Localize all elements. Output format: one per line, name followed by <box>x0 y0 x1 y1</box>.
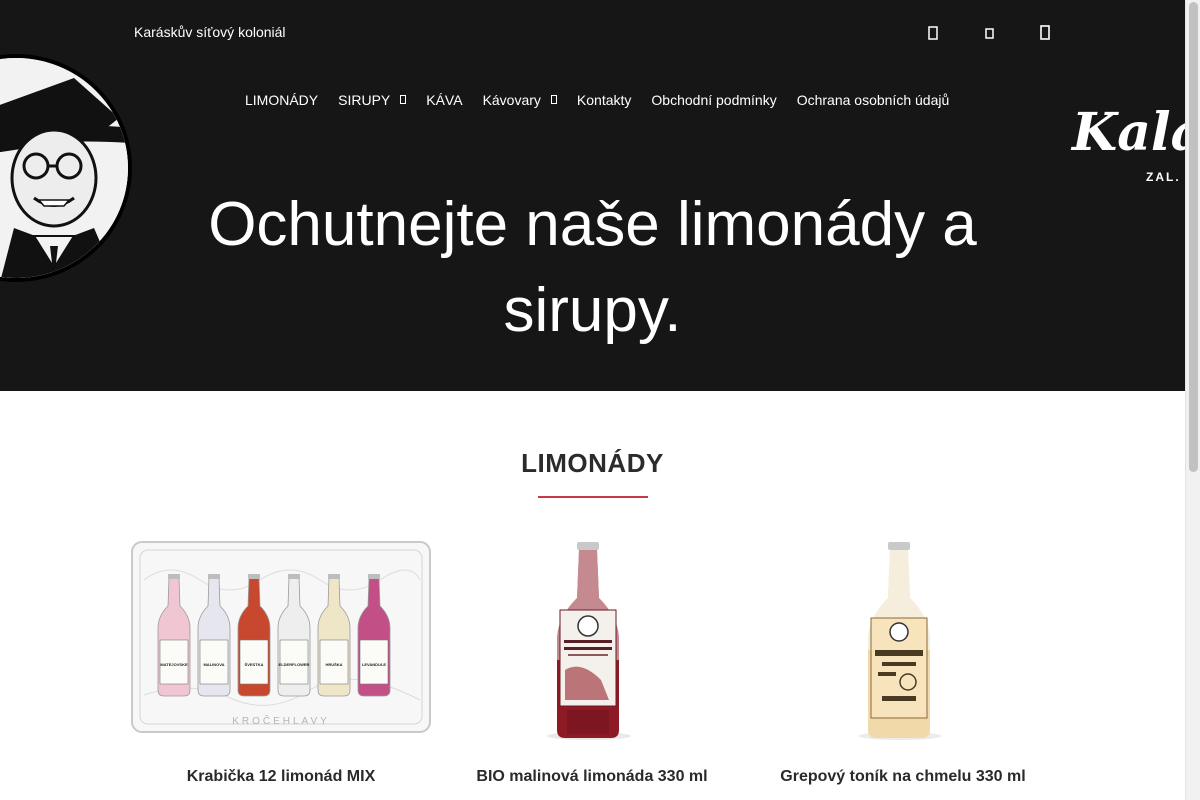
product-image[interactable] <box>752 540 1054 740</box>
page-scrollbar[interactable] <box>1185 0 1200 800</box>
header-icon-bar <box>920 22 1088 44</box>
product-card[interactable]: BIO malinová limonáda 330 ml <box>441 540 743 785</box>
heart-icon[interactable] <box>976 22 1002 44</box>
product-name[interactable]: Krabička 12 limonád MIX <box>130 768 432 786</box>
hero-section: Karáskův síťový koloniál LIMONÁDY SIRUPY… <box>0 0 1185 391</box>
section-title-underline <box>538 496 648 498</box>
founder-portrait-logo[interactable] <box>0 54 132 282</box>
nav-item-kava[interactable]: KÁVA <box>426 92 462 108</box>
product-card[interactable]: MATEJOVSKE MALINOVA ŠVESTKA ELDERFLOWER HRUŠ… <box>130 540 432 785</box>
product-image[interactable]: MATEJOVSKE MALINOVA ŠVESTKA ELDERFLOWER HRUŠ… <box>130 540 432 740</box>
gift-box-bottle-label-text: LEVANDULE <box>362 662 386 667</box>
gift-box-bottle-cap <box>328 574 340 579</box>
nav-item-label: SIRUPY <box>338 92 391 108</box>
brand-script-logo[interactable]: Kalab ZAL. <box>1068 92 1185 192</box>
gift-box-bottle-label-text: HRUŠKA <box>325 662 342 667</box>
submenu-indicator-icon <box>400 92 407 108</box>
gift-box-bottle-cap <box>288 574 300 579</box>
product-image[interactable] <box>441 540 743 740</box>
user-icon[interactable] <box>920 22 946 44</box>
product-name[interactable]: BIO malinová limonáda 330 ml <box>441 768 743 786</box>
product-card[interactable]: Grepový toník na chmelu 330 ml <box>752 540 1054 785</box>
section-title: LIMONÁDY <box>521 448 664 478</box>
box-label: KROČEHLAVY <box>232 714 330 727</box>
gift-box-bottle-label-text: ŠVESTKA <box>245 662 264 667</box>
nav-item-label: Kávovary <box>482 92 541 108</box>
gift-box-bottle-label-text: ELDERFLOWER <box>279 662 310 667</box>
gift-box-bottle-cap <box>208 574 220 579</box>
nav-item-label: Obchodní podmínky <box>651 92 777 108</box>
cart-icon[interactable] <box>1032 22 1058 44</box>
scrollbar-thumb[interactable] <box>1189 2 1198 472</box>
logo-wordmark: Kalab <box>1070 102 1185 163</box>
nav-item-ochrana-udaju[interactable]: Ochrana osobních údajů <box>797 92 950 108</box>
nav-item-kontakty[interactable]: Kontakty <box>577 92 631 108</box>
gift-box-bottle-cap <box>368 574 380 579</box>
nav-item-kavovary[interactable]: Kávovary <box>483 92 557 108</box>
submenu-indicator-icon <box>550 92 557 108</box>
product-name[interactable]: Grepový toník na chmelu 330 ml <box>752 768 1054 786</box>
gift-box-bottle-label-text: MATEJOVSKE <box>160 662 188 667</box>
nav-item-sirupy[interactable]: SIRUPY <box>338 92 407 108</box>
nav-item-limonady[interactable]: LIMONÁDY <box>245 92 318 108</box>
gift-box-bottle-label-text: MALINOVA <box>203 662 224 667</box>
site-brand-link[interactable]: Karáskův síťový koloniál <box>134 24 286 40</box>
logo-subtext: ZAL. <box>1146 170 1181 184</box>
nav-item-label: Kontakty <box>576 92 632 108</box>
gift-box-bottle-cap <box>248 574 260 579</box>
nav-item-label: KÁVA <box>426 92 463 108</box>
nav-item-obchodni-podminky[interactable]: Obchodní podmínky <box>651 92 776 108</box>
main-navigation: LIMONÁDY SIRUPY KÁVA Kávovary Kontakty O… <box>245 92 969 108</box>
nav-item-label: Ochrana osobních údajů <box>796 92 950 108</box>
gift-box-bottle-cap <box>168 574 180 579</box>
nav-item-label: LIMONÁDY <box>245 92 319 108</box>
hero-title: Ochutnejte naše limonády a sirupy. <box>208 190 977 345</box>
